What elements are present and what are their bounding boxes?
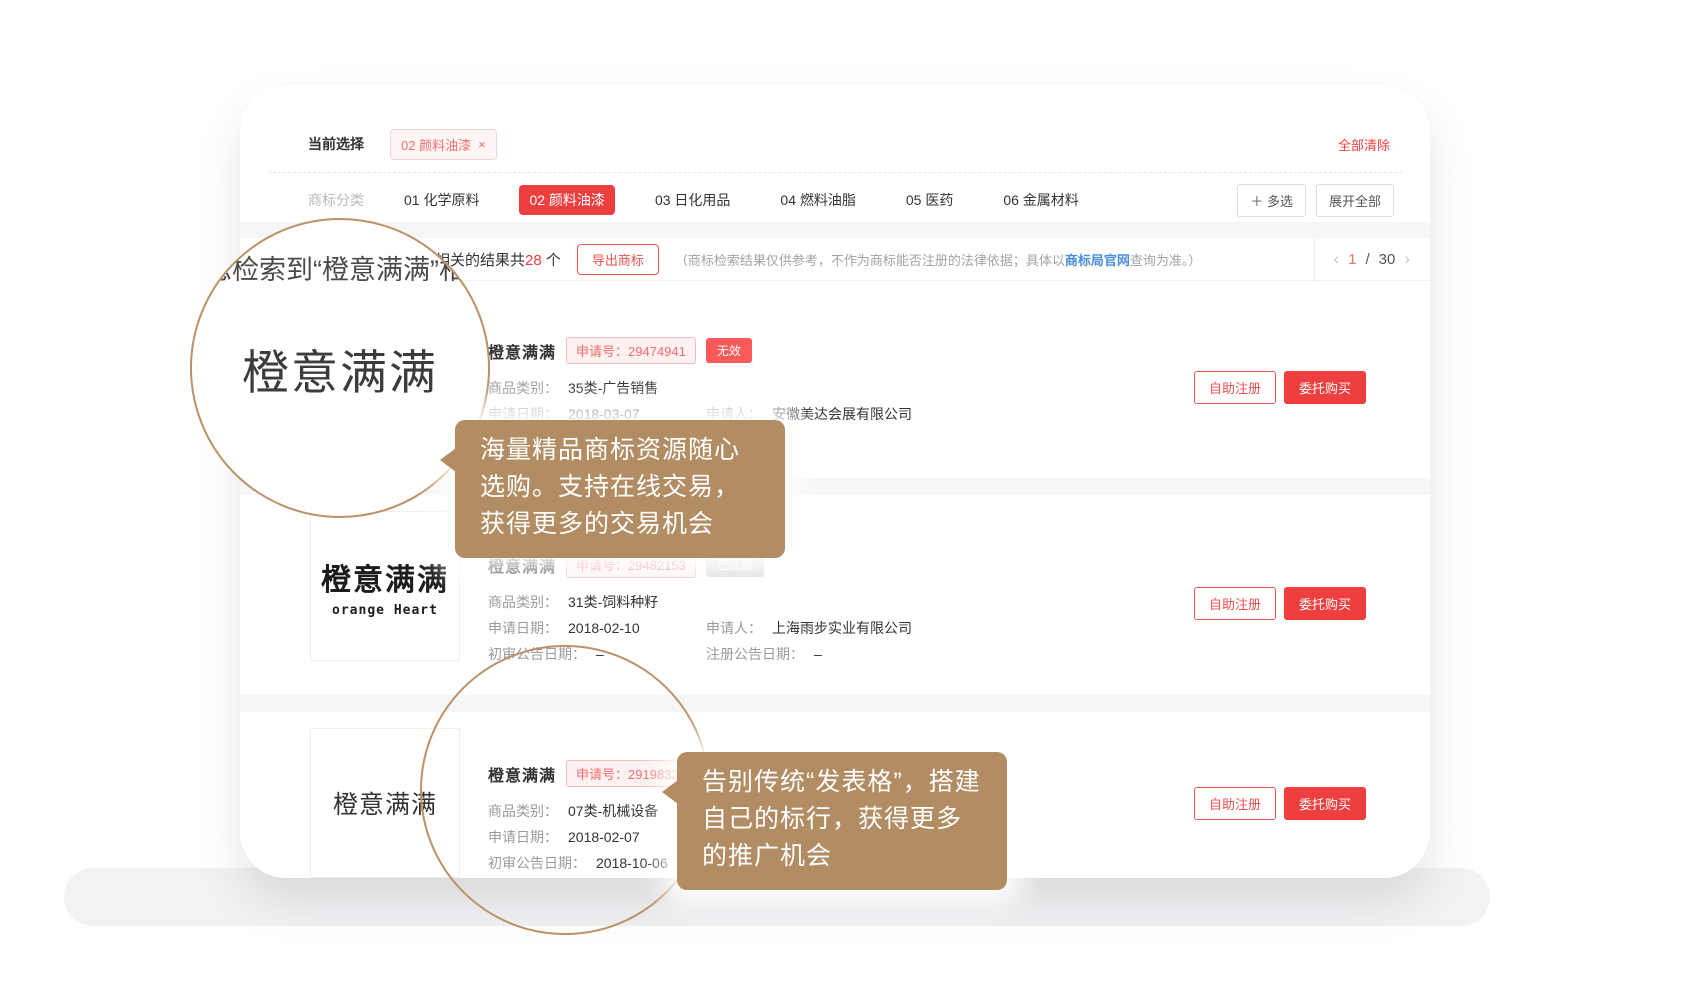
category-item-06[interactable]: 06 金属材料: [993, 185, 1088, 215]
application-number-value: 29482153: [628, 558, 686, 573]
tooltip-promotion: 告别传统“发表格”，搭建自己的标行，获得更多的推广机会: [677, 752, 1007, 890]
category-cell-label: 商品类别：: [488, 380, 558, 396]
trademark-image-text: 橙意满满: [321, 555, 449, 599]
entrust-purchase-button[interactable]: 委托购买: [1284, 371, 1366, 404]
page: 当前选择 02 颜料油漆 × 全部清除 商标分类 01 化学原料 02 颜料油漆…: [0, 0, 1696, 1002]
apply-date-value: 2018-02-10: [568, 620, 640, 636]
divider: [268, 172, 1402, 173]
reg-notice-cell: 注册公告日期：–: [706, 644, 912, 664]
expand-all-button[interactable]: 展开全部: [1316, 184, 1394, 217]
magnified-text-fragment: 为您检索到“橙意满满”相关的结果共: [190, 248, 490, 287]
pagination: ‹ 1 / 30 ›: [1314, 238, 1410, 281]
self-register-button[interactable]: 自助注册: [1194, 371, 1276, 404]
applicant-value: 安徽美达会展有限公司: [772, 406, 912, 422]
results-unit: 个: [542, 252, 561, 269]
magnifier-circle: 为您检索到“橙意满满”相关的结果共 橙意满满: [190, 218, 490, 518]
category-cell-value: 35类-广告销售: [568, 380, 658, 396]
results-count: 28: [525, 252, 542, 269]
chevron-left-icon[interactable]: ‹: [1333, 249, 1339, 269]
category-cell: 商品类别： 31类-饲料种籽: [488, 592, 912, 612]
disclaimer-suffix: 查询为准。）: [1130, 253, 1202, 268]
multi-select-button[interactable]: ＋ 多选: [1237, 184, 1306, 217]
category-label: 商标分类: [308, 190, 364, 210]
current-selection-label: 当前选择: [308, 134, 364, 154]
application-number-label: 申请号：: [576, 558, 628, 573]
category-cell: 商品类别： 35类-广告销售: [488, 378, 912, 398]
category-item-04[interactable]: 04 燃料油脂: [770, 185, 865, 215]
category-item-02-active[interactable]: 02 颜料油漆: [519, 185, 614, 215]
current-selection-row: 当前选择 02 颜料油漆 × 全部清除: [308, 129, 1390, 159]
applicant-label: 申请人：: [706, 620, 762, 636]
pagination-separator: /: [1365, 251, 1369, 268]
self-register-button[interactable]: 自助注册: [1194, 587, 1276, 620]
trademark-name[interactable]: 橙意满满: [488, 339, 556, 363]
tooltip-marketplace: 海量精品商标资源随心选购。支持在线交易，获得更多的交易机会: [455, 420, 785, 558]
selected-filter-tag-text: 02 颜料油漆: [401, 135, 471, 154]
category-actions: ＋ 多选 展开全部: [1237, 184, 1394, 217]
pagination-total: 30: [1379, 251, 1396, 268]
self-register-button[interactable]: 自助注册: [1194, 787, 1276, 820]
disclaimer: （商标检索结果仅供参考，不作为商标能否注册的法律依据；具体以商标局官网查询为准。…: [675, 250, 1202, 269]
category-row: 商标分类 01 化学原料 02 颜料油漆 03 日化用品 04 燃料油脂 05 …: [308, 183, 1394, 217]
clear-all-button[interactable]: 全部清除: [1338, 135, 1390, 154]
export-trademarks-button[interactable]: 导出商标: [577, 244, 659, 275]
reg-notice-value: –: [814, 646, 822, 662]
magnified-trademark-text: 橙意满满: [242, 334, 438, 403]
applicant-value: 上海雨步实业有限公司: [772, 620, 912, 636]
selected-filter-tag[interactable]: 02 颜料油漆 ×: [390, 129, 497, 160]
reg-notice-label: 注册公告日期：: [706, 646, 804, 662]
category-cell-label: 商品类别：: [488, 594, 558, 610]
applicant-cell: 申请人： 上海雨步实业有限公司: [706, 618, 912, 638]
trademark-office-link[interactable]: 商标局官网: [1065, 253, 1130, 268]
trademark-image: 橙意满满 orange Heart: [310, 511, 460, 661]
category-item-05[interactable]: 05 医药: [896, 185, 963, 215]
application-number-value: 29474941: [628, 344, 686, 359]
chevron-right-icon[interactable]: ›: [1404, 249, 1410, 269]
disclaimer-prefix: （商标检索结果仅供参考，不作为商标能否注册的法律依据；具体以: [675, 253, 1065, 268]
entrust-purchase-button[interactable]: 委托购买: [1284, 787, 1366, 820]
status-badge: 无效: [706, 338, 752, 363]
apply-date-cell: 申请日期： 2018-02-10: [488, 618, 706, 638]
close-icon[interactable]: ×: [478, 137, 486, 152]
apply-date-label: 申请日期：: [488, 620, 558, 636]
category-item-01[interactable]: 01 化学原料: [394, 185, 489, 215]
application-number-tag: 申请号：29474941: [566, 337, 696, 364]
filters-section: 当前选择 02 颜料油漆 × 全部清除 商标分类 01 化学原料 02 颜料油漆…: [240, 85, 1430, 222]
row-actions: 自助注册 委托购买: [1194, 587, 1366, 620]
category-cell-value: 31类-饲料种籽: [568, 594, 658, 610]
category-item-03[interactable]: 03 日化用品: [645, 185, 740, 215]
entrust-purchase-button[interactable]: 委托购买: [1284, 587, 1366, 620]
row-actions: 自助注册 委托购买: [1194, 371, 1366, 404]
pagination-current: 1: [1348, 251, 1356, 268]
trademark-image-subtext: orange Heart: [332, 603, 438, 618]
application-number-label: 申请号：: [576, 344, 628, 359]
table-row: 橙意满满 orange Heart 橙意满满 申请号：29482153 已注册 …: [240, 495, 1430, 695]
row-actions: 自助注册 委托购买: [1194, 787, 1366, 820]
